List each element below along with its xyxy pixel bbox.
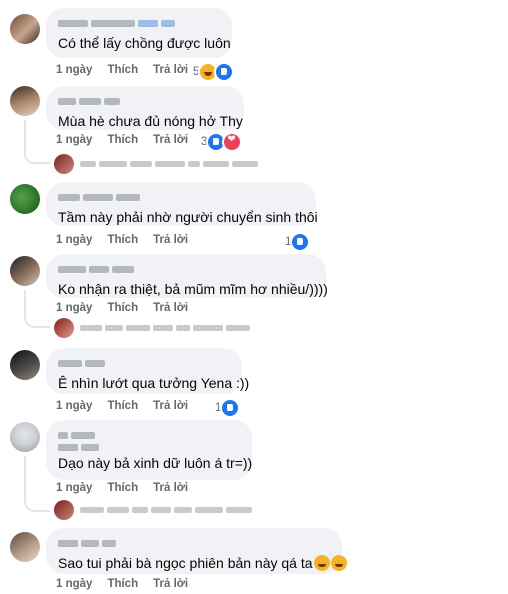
like-icon [290,232,311,252]
comment-text: Có thể lấy chồng được luôn [58,35,231,51]
comment-bubble: Có thể lấy chồng được luôn [46,8,232,58]
comment-time[interactable]: 1 ngày [56,134,92,146]
comment-text: Mùa hè chưa đủ nóng hở Thy [58,113,243,129]
avatar[interactable] [10,256,40,286]
commenter-name[interactable] [58,536,330,550]
comment-text: Ko nhận ra thiệt, bả mũm mĩm hơ nhiều/))… [58,281,328,297]
comment-text: Dạo này bả xinh dữ luôn á tr=)) [58,455,253,471]
reaction-summary[interactable]: 3 [201,132,243,152]
reply-action[interactable]: Trả lời [153,578,188,590]
reply-avatar [54,154,74,174]
commenter-name[interactable] [58,262,314,276]
reply-avatar [54,500,74,520]
reaction-summary[interactable]: 1 [285,232,311,252]
reply-thread-line [24,290,50,328]
comment-time[interactable]: 1 ngày [56,400,92,412]
like-action[interactable]: Thích [107,302,138,314]
comment-time[interactable]: 1 ngày [56,234,92,246]
like-action[interactable]: Thích [107,134,138,146]
commenter-name[interactable] [58,356,230,370]
reaction-summary[interactable]: 5 [193,62,235,82]
reply-action[interactable]: Trả lời [153,234,188,246]
commenter-name[interactable] [58,16,220,30]
like-action[interactable]: Thích [107,64,138,76]
reply-preview-text [80,507,252,513]
reply-preview-text [80,161,258,167]
like-action[interactable]: Thích [107,482,138,494]
reply-preview[interactable] [54,318,250,338]
avatar[interactable] [10,532,40,562]
reply-action[interactable]: Trả lời [153,64,188,76]
reply-thread-line [24,120,50,164]
like-icon [214,62,235,82]
like-icon [220,398,241,418]
comment-bubble: Mùa hè chưa đủ nóng hở Thy [46,86,244,130]
comment-bubble: Ko nhận ra thiệt, bả mũm mĩm hơ nhiều/))… [46,254,328,298]
avatar[interactable] [10,422,40,452]
commenter-name[interactable] [58,94,232,108]
reply-avatar [54,318,74,338]
comment-text: Sao tui phải bà ngọc phiên bản này qá ta [58,554,347,572]
like-action[interactable]: Thích [107,400,138,412]
like-action[interactable]: Thích [107,578,138,590]
avatar[interactable] [10,14,40,44]
comment-time[interactable]: 1 ngày [56,578,92,590]
reply-action[interactable]: Trả lời [153,400,188,412]
comment-bubble: Sao tui phải bà ngọc phiên bản này qá ta [46,528,347,574]
reaction-summary[interactable]: 1 [215,398,241,418]
comment-text: Ê nhìn lướt qua tưởng Yena :)) [58,375,250,391]
comment-text: Tầm này phải nhờ người chuyển sinh thôi [58,209,318,225]
comment-time[interactable]: 1 ngày [56,302,92,314]
comment-bubble: Ê nhìn lướt qua tưởng Yena :)) [46,348,250,394]
comment-bubble: Dạo này bả xinh dữ luôn á tr=)) [46,420,252,480]
reply-action[interactable]: Trả lời [153,134,188,146]
emoji-grin-icon [330,555,347,571]
reply-preview-text [80,325,250,331]
reply-preview[interactable] [54,154,258,174]
avatar[interactable] [10,184,40,214]
comment-bubble: Tầm này phải nhờ người chuyển sinh thôi [46,182,318,226]
commenter-name[interactable] [58,190,304,204]
reply-preview[interactable] [54,500,252,520]
emoji-flushed-icon [313,555,330,571]
comment-time[interactable]: 1 ngày [56,482,92,494]
commenter-subname [58,440,240,454]
love-icon [222,132,243,152]
avatar[interactable] [10,350,40,380]
like-action[interactable]: Thích [107,234,138,246]
reply-action[interactable]: Trả lời [153,302,188,314]
avatar[interactable] [10,86,40,116]
reply-action[interactable]: Trả lời [153,482,188,494]
comment-time[interactable]: 1 ngày [56,64,92,76]
